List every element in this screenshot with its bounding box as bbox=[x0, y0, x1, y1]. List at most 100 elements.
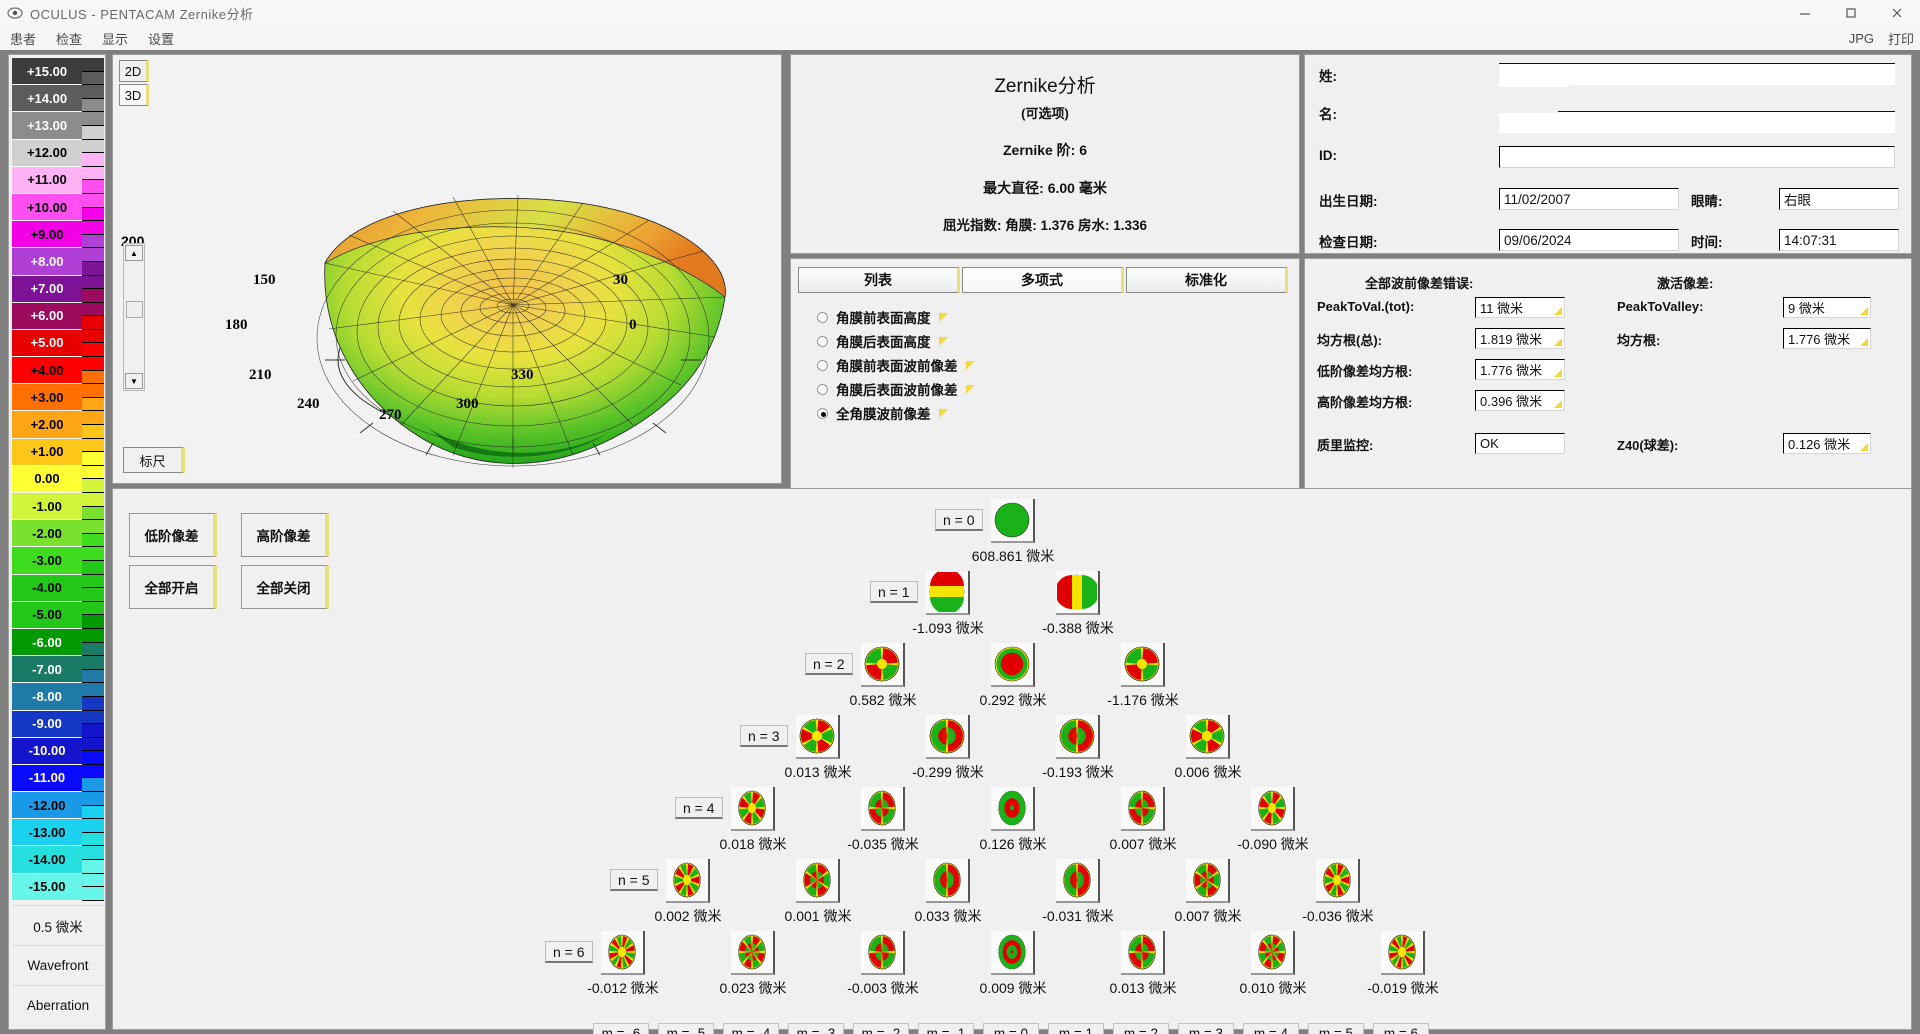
dropdown-arrow-icon[interactable] bbox=[965, 384, 975, 394]
scale-row[interactable]: +13.00 bbox=[12, 112, 104, 140]
m-order-label-1[interactable]: m = 1 bbox=[1048, 1023, 1104, 1034]
zernike-thumbnail[interactable] bbox=[861, 931, 905, 975]
zernike-thumbnail[interactable] bbox=[1121, 643, 1165, 687]
m-order-label-0[interactable]: m = 0 bbox=[983, 1023, 1039, 1034]
eye-input[interactable]: 右眼 bbox=[1779, 188, 1899, 210]
radio-posterior-wavefront[interactable]: 角膜后表面波前像差 bbox=[817, 377, 975, 401]
zernike-thumbnail[interactable] bbox=[1121, 787, 1165, 831]
time-input[interactable]: 14:07:31 bbox=[1779, 229, 1899, 251]
zernike-cell-n6-m4[interactable]: 0.010 微米 bbox=[1240, 931, 1306, 996]
minimize-icon[interactable] bbox=[1782, 0, 1828, 26]
close-icon[interactable] bbox=[1874, 0, 1920, 26]
zernike-thumbnail[interactable] bbox=[991, 931, 1035, 975]
m-order-label--4[interactable]: m = -4 bbox=[723, 1023, 779, 1034]
zernike-cell-n5-m3[interactable]: 0.007 微米 bbox=[1175, 859, 1241, 924]
quality-control-value[interactable]: OK bbox=[1475, 433, 1565, 454]
zernike-thumbnail[interactable] bbox=[861, 787, 905, 831]
dob-input[interactable]: 11/02/2007 bbox=[1499, 188, 1679, 210]
zernike-thumbnail[interactable] bbox=[926, 715, 970, 759]
scale-row[interactable]: -5.00 bbox=[12, 601, 104, 629]
aberration-button[interactable]: Aberration bbox=[12, 985, 104, 1025]
scale-row[interactable]: -8.00 bbox=[12, 683, 104, 711]
zernike-cell-n0-m0[interactable]: 608.861 微米 bbox=[972, 499, 1054, 564]
zernike-thumbnail[interactable] bbox=[1251, 931, 1295, 975]
wavefront-button[interactable]: Wavefront bbox=[12, 945, 104, 985]
n-order-label-3[interactable]: n = 3 bbox=[740, 725, 788, 747]
m-order-label--6[interactable]: m = -6 bbox=[593, 1023, 649, 1034]
n-order-label-4[interactable]: n = 4 bbox=[675, 797, 723, 819]
scale-row[interactable]: -13.00 bbox=[12, 819, 104, 847]
zernike-thumbnail[interactable] bbox=[1381, 931, 1425, 975]
rms-higher-order-value[interactable]: 0.396 微米 bbox=[1475, 390, 1565, 411]
zernike-thumbnail[interactable] bbox=[731, 787, 775, 831]
menu-item-display[interactable]: 显示 bbox=[92, 29, 138, 48]
scale-row[interactable]: +4.00 bbox=[12, 357, 104, 385]
n-order-label-1[interactable]: n = 1 bbox=[870, 581, 918, 603]
menu-item-settings[interactable]: 设置 bbox=[138, 29, 184, 48]
zernike-thumbnail[interactable] bbox=[731, 931, 775, 975]
menu-item-patient[interactable]: 患者 bbox=[0, 29, 46, 48]
peak-to-val-tot-value[interactable]: 11 微米 bbox=[1475, 297, 1565, 318]
rms-value[interactable]: 1.776 微米 bbox=[1783, 328, 1871, 349]
scale-row[interactable]: +12.00 bbox=[12, 139, 104, 167]
scale-row[interactable]: 0.00 bbox=[12, 465, 104, 493]
zernike-cell-n3-m-1[interactable]: -0.299 微米 bbox=[912, 715, 984, 780]
zernike-cell-n4-m-4[interactable]: 0.018 微米 bbox=[720, 787, 786, 852]
scale-row[interactable]: -12.00 bbox=[12, 792, 104, 820]
scale-row[interactable]: +15.00 bbox=[12, 58, 104, 86]
zernike-cell-n2-m-2[interactable]: 0.582 微米 bbox=[850, 643, 916, 708]
id-input[interactable] bbox=[1499, 146, 1895, 168]
zernike-thumbnail[interactable] bbox=[926, 859, 970, 903]
tab-normalization[interactable]: 标准化 bbox=[1126, 267, 1288, 293]
scale-row[interactable]: -1.00 bbox=[12, 493, 104, 521]
m-order-label-5[interactable]: m = 5 bbox=[1308, 1023, 1364, 1034]
tab-2d[interactable]: 2D bbox=[119, 60, 149, 82]
tab-list[interactable]: 列表 bbox=[798, 267, 960, 293]
zernike-cell-n1-m-1[interactable]: -1.093 微米 bbox=[912, 571, 984, 636]
zernike-thumbnail[interactable] bbox=[1316, 859, 1360, 903]
zernike-cell-n5-m1[interactable]: -0.031 微米 bbox=[1042, 859, 1114, 924]
radio-dot[interactable] bbox=[817, 335, 828, 347]
dropdown-arrow-icon[interactable] bbox=[965, 360, 975, 370]
maximize-icon[interactable] bbox=[1828, 0, 1874, 26]
scale-row[interactable]: -3.00 bbox=[12, 547, 104, 575]
first-name-input[interactable] bbox=[1558, 111, 1895, 133]
rms-total-value[interactable]: 1.819 微米 bbox=[1475, 328, 1565, 349]
zernike-thumbnail[interactable] bbox=[991, 643, 1035, 687]
m-order-label-3[interactable]: m = 3 bbox=[1178, 1023, 1234, 1034]
zernike-cell-n3-m1[interactable]: -0.193 微米 bbox=[1042, 715, 1114, 780]
m-order-label-4[interactable]: m = 4 bbox=[1243, 1023, 1299, 1034]
rms-lower-order-value[interactable]: 1.776 微米 bbox=[1475, 359, 1565, 380]
scale-row[interactable]: -14.00 bbox=[12, 846, 104, 874]
scale-row[interactable]: +7.00 bbox=[12, 275, 104, 303]
scale-row[interactable]: +6.00 bbox=[12, 302, 104, 330]
zernike-cell-n4-m2[interactable]: 0.007 微米 bbox=[1110, 787, 1176, 852]
m-order-label--1[interactable]: m = -1 bbox=[918, 1023, 974, 1034]
scale-row[interactable]: +2.00 bbox=[12, 411, 104, 439]
peak-to-valley-value[interactable]: 9 微米 bbox=[1783, 297, 1871, 318]
zernike-thumbnail[interactable] bbox=[1186, 715, 1230, 759]
scale-row[interactable]: -10.00 bbox=[12, 737, 104, 765]
dropdown-arrow-icon[interactable] bbox=[938, 312, 948, 322]
zernike-thumbnail[interactable] bbox=[1056, 715, 1100, 759]
scale-row[interactable]: -6.00 bbox=[12, 628, 104, 657]
scale-row[interactable]: +9.00 bbox=[12, 221, 104, 249]
n-order-label-5[interactable]: n = 5 bbox=[610, 869, 658, 891]
scale-row[interactable]: +3.00 bbox=[12, 384, 104, 412]
scale-step-button[interactable]: 0.5 微米 bbox=[12, 905, 104, 945]
zernike-cell-n4-m0[interactable]: 0.126 微米 bbox=[980, 787, 1046, 852]
scale-row[interactable]: -4.00 bbox=[12, 574, 104, 602]
m-order-label--3[interactable]: m = -3 bbox=[788, 1023, 844, 1034]
slider-down-arrow[interactable]: ▼ bbox=[125, 373, 143, 389]
zernike-thumbnail[interactable] bbox=[1056, 571, 1100, 615]
zernike-cell-n5-m-3[interactable]: 0.001 微米 bbox=[785, 859, 851, 924]
zernike-thumbnail[interactable] bbox=[601, 931, 645, 975]
dropdown-arrow-icon[interactable] bbox=[938, 336, 948, 346]
scale-row[interactable]: -9.00 bbox=[12, 710, 104, 738]
n-order-label-2[interactable]: n = 2 bbox=[805, 653, 853, 675]
n-order-label-0[interactable]: n = 0 bbox=[935, 509, 983, 531]
scale-row[interactable]: -7.00 bbox=[12, 656, 104, 684]
scale-row[interactable]: -15.00 bbox=[12, 873, 104, 901]
scale-row[interactable]: +14.00 bbox=[12, 85, 104, 113]
menu-item-exam[interactable]: 检查 bbox=[46, 29, 92, 48]
